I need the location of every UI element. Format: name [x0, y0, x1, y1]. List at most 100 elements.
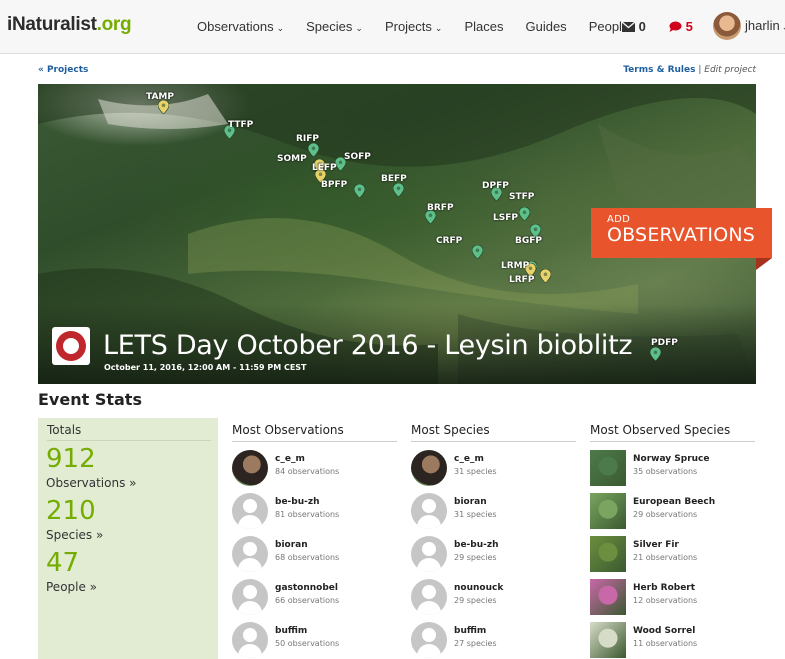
row-name[interactable]: European Beech	[633, 497, 715, 507]
default-user-icon[interactable]	[232, 493, 268, 529]
map-marker-label: TAMP	[146, 92, 174, 102]
event-title: LETS Day October 2016 - Leysin bioblitz	[103, 330, 633, 361]
map-marker-icon[interactable]	[649, 346, 662, 362]
ribbon-fold	[756, 258, 772, 270]
species-photo[interactable]	[590, 450, 626, 486]
default-user-icon[interactable]	[411, 579, 447, 615]
nav-places[interactable]: Places	[464, 19, 503, 34]
species-row[interactable]: Wood Sorrel 11 observations	[590, 622, 755, 659]
row-name[interactable]: Silver Fir	[633, 540, 679, 550]
user-row[interactable]: buffim 50 observations	[232, 622, 397, 659]
row-name[interactable]: be-bu-zh	[275, 497, 320, 507]
user-row[interactable]: c_e_m 31 species	[411, 450, 576, 488]
map-marker-icon[interactable]	[471, 244, 484, 260]
row-name[interactable]: gastonnobel	[275, 583, 338, 593]
project-links: Terms & Rules | Edit project	[623, 65, 756, 75]
species-photo[interactable]	[590, 622, 626, 658]
nav-species[interactable]: Species ⌄	[306, 19, 363, 34]
default-user-icon[interactable]	[232, 579, 268, 615]
event-stats-heading: Event Stats	[38, 390, 142, 409]
species-total[interactable]: 210	[46, 496, 96, 526]
map-marker-label: BEFP	[381, 174, 407, 184]
user-row[interactable]: be-bu-zh 81 observations	[232, 493, 397, 531]
notifications-button[interactable]: 5	[669, 19, 693, 34]
row-count: 68 observations	[275, 553, 340, 562]
user-row[interactable]: gastonnobel 66 observations	[232, 579, 397, 617]
user-row[interactable]: be-bu-zh 29 species	[411, 536, 576, 574]
edit-project-link[interactable]: Edit project	[704, 65, 756, 75]
default-user-icon[interactable]	[411, 622, 447, 658]
map-marker-label: BGFP	[515, 236, 542, 246]
user-row[interactable]: c_e_m 84 observations	[232, 450, 397, 488]
row-name[interactable]: Norway Spruce	[633, 454, 709, 464]
map-marker-label: LRMP	[501, 261, 530, 271]
row-name[interactable]: Wood Sorrel	[633, 626, 695, 636]
map-marker-icon[interactable]	[539, 268, 552, 284]
row-count: 27 species	[454, 639, 497, 648]
user-row[interactable]: bioran 31 species	[411, 493, 576, 531]
nav-guides[interactable]: Guides	[525, 19, 566, 34]
species-row[interactable]: Norway Spruce 35 observations	[590, 450, 755, 488]
map-marker-icon[interactable]	[518, 206, 531, 222]
terms-rules-link[interactable]: Terms & Rules	[623, 65, 695, 75]
row-name[interactable]: buffim	[454, 626, 486, 636]
most-observed-species-column: Most Observed Species Norway Spruce 35 ob…	[590, 418, 755, 658]
user-row[interactable]: nounouck 29 species	[411, 579, 576, 617]
species-photo[interactable]	[590, 536, 626, 572]
user-avatar[interactable]	[713, 12, 741, 40]
messages-button[interactable]: 0	[621, 19, 646, 34]
species-row[interactable]: Silver Fir 21 observations	[590, 536, 755, 574]
totals-header: Totals	[47, 423, 211, 441]
species-link[interactable]: Species »	[46, 528, 103, 542]
species-photo[interactable]	[590, 579, 626, 615]
nav-observations[interactable]: Observations ⌄	[197, 19, 284, 34]
species-row[interactable]: European Beech 29 observations	[590, 493, 755, 531]
default-user-icon[interactable]	[232, 622, 268, 658]
map-marker-label: SOMP	[277, 154, 307, 164]
people-link[interactable]: People »	[46, 580, 97, 594]
nav-observations-label: Observations	[197, 19, 274, 34]
row-count: 50 observations	[275, 639, 340, 648]
row-name[interactable]: c_e_m	[275, 454, 305, 464]
row-name[interactable]: c_e_m	[454, 454, 484, 464]
row-name[interactable]: buffim	[275, 626, 307, 636]
row-name[interactable]: Herb Robert	[633, 583, 695, 593]
most-species-header: Most Species	[411, 418, 576, 442]
row-count: 35 observations	[633, 467, 698, 476]
map-marker-icon[interactable]	[529, 223, 542, 239]
row-count: 21 observations	[633, 553, 698, 562]
user-menu[interactable]: jharlin⌄	[745, 18, 785, 33]
map-marker-label: PDFP	[651, 338, 678, 348]
back-to-projects-link[interactable]: « Projects	[38, 65, 88, 75]
map-marker-icon[interactable]	[392, 182, 405, 198]
add-observations-button[interactable]: ADD OBSERVATIONS	[591, 208, 772, 258]
people-total[interactable]: 47	[46, 548, 79, 578]
row-name[interactable]: nounouck	[454, 583, 503, 593]
row-count: 29 species	[454, 596, 497, 605]
observations-label: OBSERVATIONS	[607, 224, 756, 246]
observations-total[interactable]: 912	[46, 444, 96, 474]
user-row[interactable]: buffim 27 species	[411, 622, 576, 659]
user-row[interactable]: bioran 68 observations	[232, 536, 397, 574]
default-user-icon[interactable]	[232, 536, 268, 572]
link-separator: |	[698, 65, 702, 75]
user-avatar[interactable]	[411, 450, 447, 486]
map-marker-icon[interactable]	[307, 142, 320, 158]
observations-link[interactable]: Observations »	[46, 476, 136, 490]
notifications-count: 5	[685, 19, 693, 34]
species-photo[interactable]	[590, 493, 626, 529]
row-name[interactable]: bioran	[454, 497, 487, 507]
inaturalist-logo[interactable]: iNaturalist.org	[7, 14, 132, 36]
default-user-icon[interactable]	[411, 493, 447, 529]
nav-projects-label: Projects	[384, 19, 432, 34]
map-marker-label: TTFP	[228, 120, 254, 130]
messages-count: 0	[638, 19, 646, 34]
nav-projects[interactable]: Projects ⌄	[385, 19, 443, 34]
default-user-icon[interactable]	[411, 536, 447, 572]
map-marker-icon[interactable]	[353, 183, 366, 199]
user-avatar[interactable]	[232, 450, 268, 486]
row-name[interactable]: bioran	[275, 540, 308, 550]
row-name[interactable]: be-bu-zh	[454, 540, 499, 550]
species-row[interactable]: Herb Robert 12 observations	[590, 579, 755, 617]
logo-main-text: iNaturalist	[7, 14, 97, 35]
